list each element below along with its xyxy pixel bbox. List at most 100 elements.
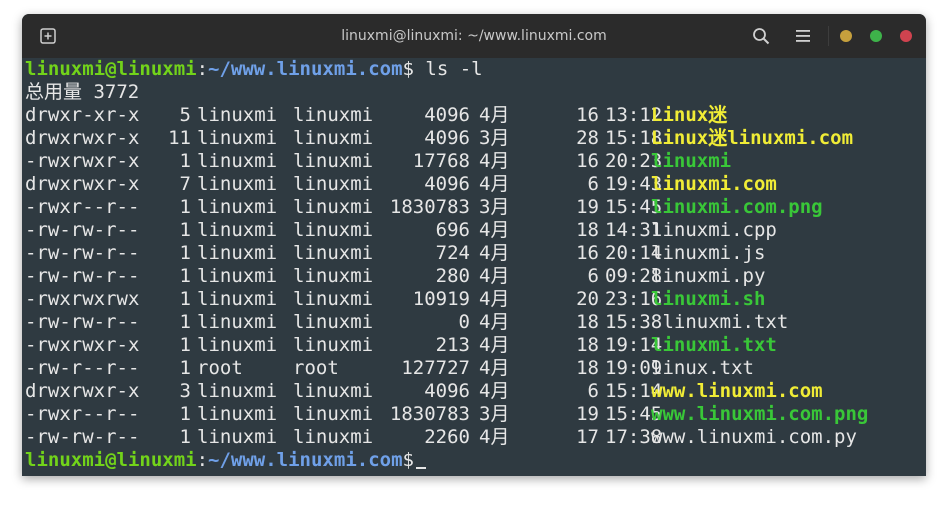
file-day: 18: [576, 334, 599, 356]
file-month: 4月: [479, 334, 510, 356]
file-month: 4月: [479, 242, 510, 264]
file-name: www.linuxmi.com.png: [651, 403, 869, 425]
file-permissions: -rwxrwxr-x: [25, 334, 140, 356]
file-month: 4月: [479, 380, 510, 402]
file-size: 1830783: [389, 196, 470, 218]
file-name: www.linuxmi.com.py: [651, 426, 857, 448]
file-day: 18: [576, 357, 599, 379]
file-permissions: -rw-rw-r--: [25, 219, 140, 241]
search-icon[interactable]: [752, 27, 770, 45]
file-owner: linuxmi: [197, 380, 278, 402]
link-count: 1: [179, 426, 191, 448]
file-owner: linuxmi: [197, 334, 278, 356]
close-button[interactable]: [900, 30, 912, 42]
file-size: 280: [435, 265, 470, 287]
link-count: 1: [179, 288, 191, 310]
file-name: Linux迷: [651, 104, 728, 126]
file-group: linuxmi: [293, 104, 374, 126]
file-name: linuxmi.cpp: [651, 219, 777, 241]
file-size: 213: [435, 334, 470, 356]
file-owner: linuxmi: [197, 288, 278, 310]
file-name: linuxmi.js: [651, 242, 766, 264]
file-group: linuxmi: [293, 265, 374, 287]
link-count: 5: [179, 104, 191, 126]
file-owner: linuxmi: [197, 311, 278, 333]
file-name: linuxmi.com.png: [651, 196, 823, 218]
file-day: 6: [587, 265, 599, 287]
file-group: linuxmi: [293, 242, 374, 264]
file-permissions: drwxrwxr-x: [25, 173, 140, 195]
file-size: 4096: [424, 380, 470, 402]
title-bar[interactable]: linuxmi@linuxmi: ~/www.linuxmi.com: [22, 14, 926, 58]
file-group: linuxmi: [293, 173, 374, 195]
file-owner: linuxmi: [197, 426, 278, 448]
file-name: www.linuxmi.com: [651, 380, 823, 402]
hamburger-menu-icon[interactable]: [795, 28, 811, 44]
file-month: 4月: [479, 265, 510, 287]
file-month: 3月: [479, 196, 510, 218]
file-owner: linuxmi: [197, 242, 278, 264]
file-name: linuxmi.py: [651, 265, 766, 287]
file-name: linuxmi.com: [651, 173, 777, 195]
file-month: 4月: [479, 426, 510, 448]
file-size: 696: [435, 219, 470, 241]
file-group: linuxmi: [293, 127, 374, 149]
file-owner: root: [197, 357, 243, 379]
file-day: 6: [587, 380, 599, 402]
file-month: 4月: [479, 357, 510, 379]
file-permissions: -rw-rw-r--: [25, 426, 140, 448]
file-name: linuxmi.txt: [651, 334, 777, 356]
file-owner: linuxmi: [197, 173, 278, 195]
file-size: 10919: [412, 288, 470, 310]
file-month: 4月: [479, 104, 510, 126]
file-day: 19: [576, 196, 599, 218]
file-name: linux.txt: [651, 357, 754, 379]
file-size: 0: [458, 311, 470, 333]
file-day: 19: [576, 403, 599, 425]
file-group: linuxmi: [293, 311, 374, 333]
file-permissions: -rw-rw-r--: [25, 265, 140, 287]
prompt-path: ~/www.linuxmi.com: [208, 58, 403, 80]
file-size: 2260: [424, 426, 470, 448]
file-permissions: -rwxr--r--: [25, 403, 140, 425]
text-cursor: [415, 467, 426, 469]
prompt-symbol: $: [402, 58, 414, 80]
file-group: linuxmi: [293, 196, 374, 218]
file-day: 6: [587, 173, 599, 195]
prompt-line: linuxmi@linuxmi:~/www.linuxmi.com$ ls -l: [25, 58, 483, 81]
file-day: 16: [576, 150, 599, 172]
prompt-user: linuxmi@linuxmi: [25, 58, 197, 80]
file-day: 16: [576, 242, 599, 264]
file-owner: linuxmi: [197, 265, 278, 287]
file-owner: linuxmi: [197, 104, 278, 126]
file-name: linuxmi: [651, 150, 732, 172]
link-count: 1: [179, 219, 191, 241]
file-permissions: drwxrwxr-x: [25, 380, 140, 402]
file-group: linuxmi: [293, 219, 374, 241]
prompt-user: linuxmi@linuxmi: [25, 449, 197, 471]
command-text: ls -l: [413, 58, 483, 80]
file-day: 18: [576, 219, 599, 241]
file-size: 4096: [424, 173, 470, 195]
file-group: linuxmi: [293, 288, 374, 310]
minimize-button[interactable]: [840, 30, 852, 42]
terminal-output[interactable]: linuxmi@linuxmi:~/www.linuxmi.com$ ls -l…: [22, 58, 926, 476]
link-count: 3: [179, 380, 191, 402]
file-month: 3月: [479, 403, 510, 425]
prompt-path: ~/www.linuxmi.com: [208, 449, 403, 471]
file-size: 4096: [424, 104, 470, 126]
file-permissions: -rwxrwxr-x: [25, 150, 140, 172]
maximize-button[interactable]: [870, 30, 882, 42]
file-owner: linuxmi: [197, 403, 278, 425]
file-month: 4月: [479, 219, 510, 241]
file-owner: linuxmi: [197, 150, 278, 172]
link-count: 11: [168, 127, 191, 149]
file-permissions: -rw-r--r--: [25, 357, 140, 379]
file-owner: linuxmi: [197, 196, 278, 218]
file-size: 4096: [424, 127, 470, 149]
file-owner: linuxmi: [197, 219, 278, 241]
prompt-line-current[interactable]: linuxmi@linuxmi:~/www.linuxmi.com$: [25, 449, 426, 472]
file-group: linuxmi: [293, 426, 374, 448]
file-owner: linuxmi: [197, 127, 278, 149]
terminal-window: linuxmi@linuxmi: ~/www.linuxmi.com linux…: [22, 14, 926, 476]
